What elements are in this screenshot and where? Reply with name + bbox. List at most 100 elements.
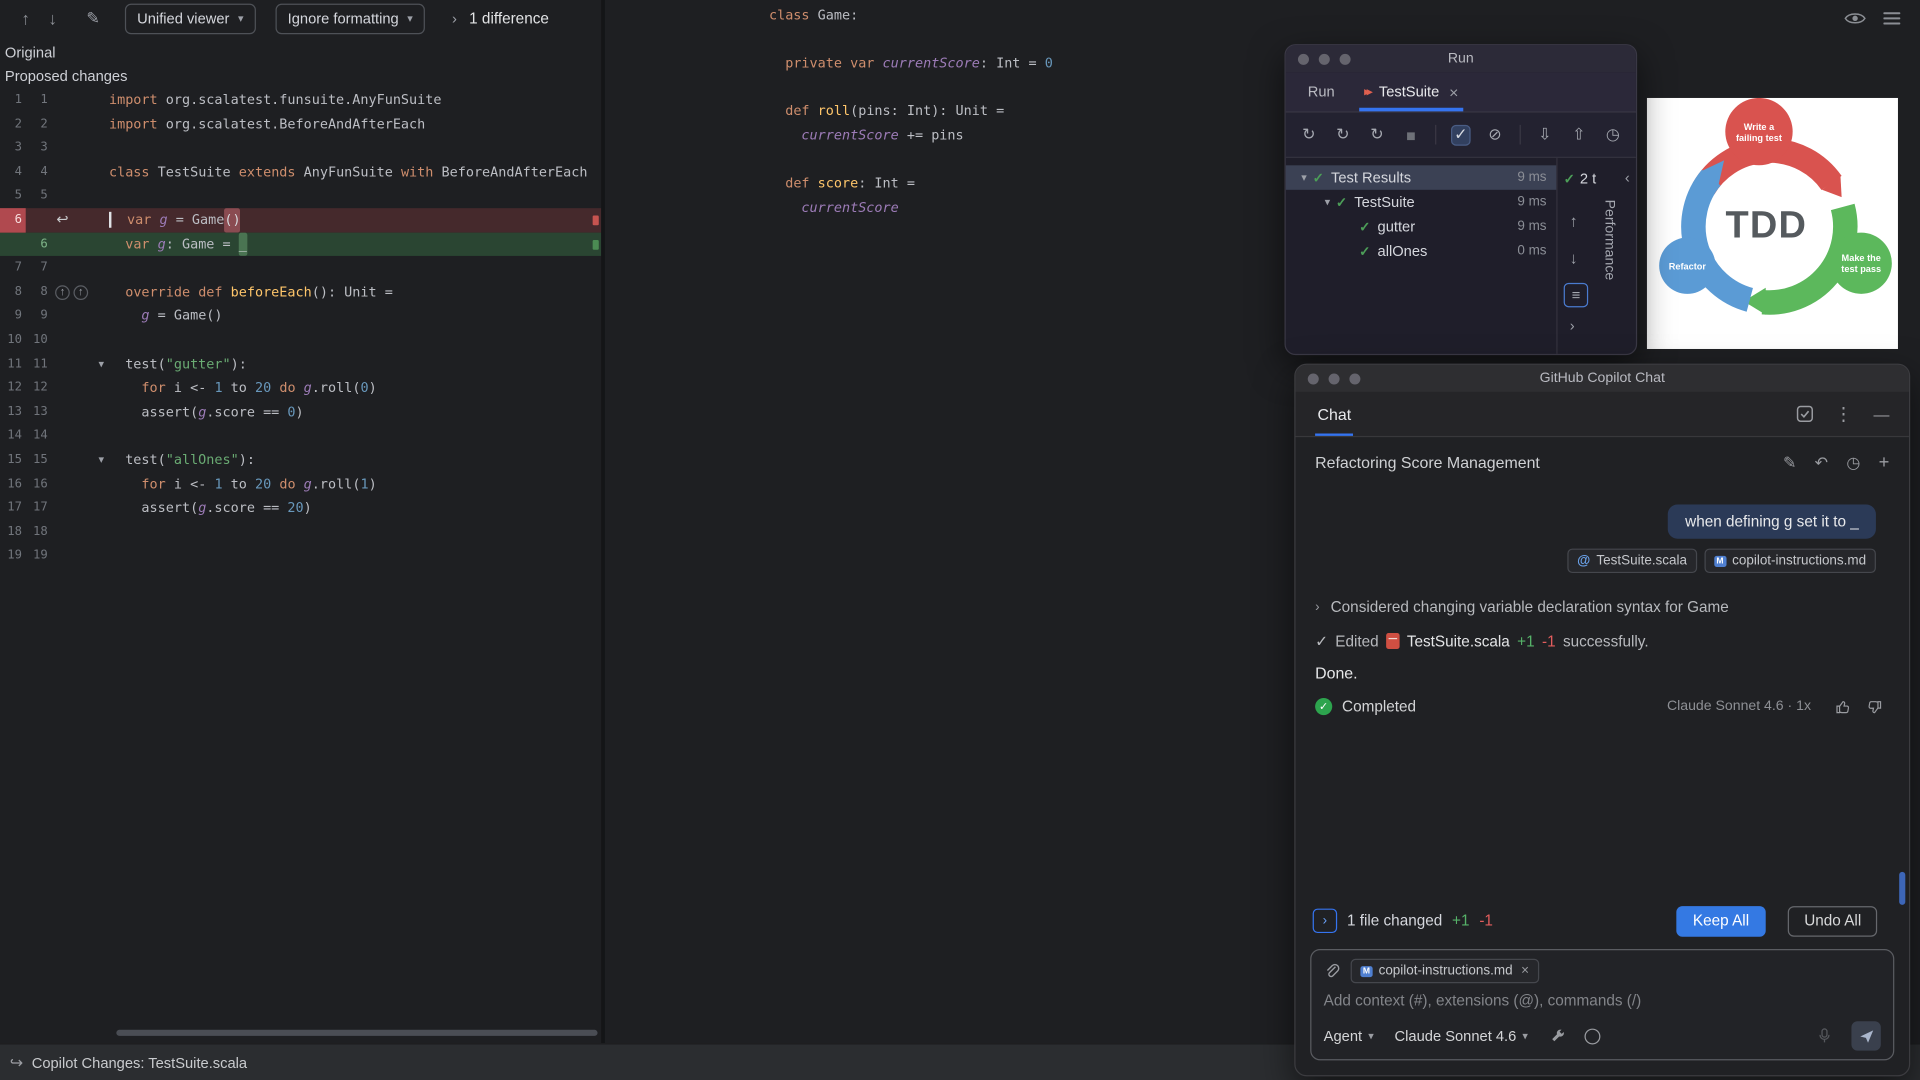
tab-run[interactable]: Run <box>1303 72 1340 111</box>
line-number: 10 <box>33 332 48 347</box>
traffic-light-close[interactable] <box>1307 373 1319 385</box>
line-number: 4 <box>14 165 23 179</box>
performance-tab[interactable]: Performance <box>1602 200 1617 281</box>
input-context-chip[interactable]: M copilot-instructions.md × <box>1350 958 1539 984</box>
show-passed-icon[interactable]: ✓ <box>1451 124 1471 146</box>
keep-all-button[interactable]: Keep All <box>1675 905 1767 937</box>
agent-dropdown[interactable]: Agent <box>1324 1027 1362 1044</box>
thumbs-up-icon[interactable] <box>1836 699 1852 715</box>
collapse-all-icon[interactable]: ⇧ <box>1569 124 1588 145</box>
undo-all-button[interactable]: Undo All <box>1788 905 1878 937</box>
eye-icon[interactable] <box>1844 11 1866 26</box>
line-number: 8 <box>40 285 48 299</box>
line-number: 19 <box>7 548 23 563</box>
test-tree-row[interactable]: ✓ gutter 9 ms <box>1286 214 1557 238</box>
toolbar-separator <box>1435 124 1437 145</box>
rerun-failed-tests-icon[interactable]: ↻ <box>1333 124 1352 145</box>
show-ignored-icon[interactable]: ⊘ <box>1485 124 1504 145</box>
scala-file-icon <box>1386 633 1400 649</box>
context-chip[interactable]: Mcopilot-instructions.md <box>1704 548 1876 574</box>
line-number: 17 <box>33 500 48 515</box>
traffic-light-close[interactable] <box>1297 53 1309 65</box>
model-dropdown[interactable]: Claude Sonnet 4.6 <box>1395 1027 1517 1044</box>
status-text[interactable]: Copilot Changes: TestSuite.scala <box>32 1054 247 1071</box>
formatting-dropdown[interactable]: Ignore formatting ▾ <box>275 3 426 34</box>
change-stripe-removed[interactable] <box>592 215 599 226</box>
expand-all-icon[interactable]: ⇩ <box>1535 124 1554 145</box>
line-number: 5 <box>40 189 48 203</box>
previous-difference-button[interactable]: ↑ <box>12 9 39 29</box>
tab-chat[interactable]: Chat <box>1315 392 1354 436</box>
panel-divider[interactable] <box>601 0 605 1044</box>
fold-region-icon[interactable]: ▾ <box>99 352 105 376</box>
change-stripe-added[interactable] <box>592 240 599 250</box>
mic-icon[interactable] <box>1816 1027 1833 1044</box>
history-icon[interactable]: ◷ <box>1846 452 1860 472</box>
line-number: 18 <box>7 524 23 539</box>
scroll-up-icon[interactable]: ↑ <box>1570 212 1578 230</box>
collapse-panel-icon[interactable]: ‹ <box>1625 169 1630 186</box>
expand-changes-icon[interactable]: › <box>1312 908 1338 934</box>
paperclip-icon[interactable] <box>1324 962 1341 979</box>
list-icon[interactable] <box>1883 11 1901 26</box>
stop-icon[interactable]: ■ <box>1401 124 1420 145</box>
diff-line: 33 <box>0 136 601 160</box>
test-passed-icon: ✓ <box>1335 195 1348 211</box>
original-label: Original <box>4 44 56 62</box>
test-tree-row[interactable]: ▾ ✓ TestSuite 9 ms <box>1286 190 1557 214</box>
remove-chip-icon[interactable]: × <box>1521 964 1529 979</box>
test-tree-row[interactable]: ✓ allOnes 0 ms <box>1286 239 1557 263</box>
override-marker-icon[interactable]: ↑ <box>73 284 89 300</box>
tools-icon[interactable] <box>1549 1027 1566 1044</box>
changes-added: +1 <box>1452 912 1470 930</box>
viewer-mode-dropdown[interactable]: Unified viewer ▾ <box>124 3 256 34</box>
revert-change-icon[interactable]: ↩ <box>56 208 68 232</box>
send-button[interactable] <box>1851 1021 1881 1051</box>
rerun-tests-icon[interactable]: ↻ <box>1299 124 1318 145</box>
input-placeholder[interactable]: Add context (#), extensions (@), command… <box>1324 992 1881 1012</box>
traffic-light-zoom[interactable] <box>1349 373 1361 385</box>
thought-row[interactable]: › Considered changing variable declarati… <box>1296 599 1909 616</box>
undo-icon[interactable]: ↶ <box>1815 452 1828 472</box>
scroll-down-icon[interactable]: ↓ <box>1570 249 1578 267</box>
context-chip[interactable]: @ TestSuite.scala <box>1567 548 1697 574</box>
close-tab-icon[interactable]: × <box>1449 83 1458 101</box>
edited-file-name[interactable]: TestSuite.scala <box>1407 632 1510 649</box>
test-history-icon[interactable]: ◷ <box>1603 124 1622 145</box>
tab-testsuite[interactable]: ▸▸ TestSuite × <box>1359 72 1463 111</box>
line-number: 1 <box>14 93 23 107</box>
code-line: import org.scalatest.BeforeAndAfterEach <box>108 115 426 132</box>
expand-panel-icon[interactable]: › <box>1570 317 1575 334</box>
new-chat-icon[interactable]: + <box>1879 452 1890 473</box>
fold-region-icon[interactable]: ▾ <box>99 448 105 472</box>
horizontal-scrollbar[interactable] <box>116 1029 598 1036</box>
select-code-icon[interactable] <box>1796 405 1813 422</box>
proposed-changes-label: Proposed changes <box>4 67 128 85</box>
view-options-icon[interactable]: ≡ <box>1563 282 1589 308</box>
minimize-icon[interactable]: — <box>1873 405 1889 423</box>
override-marker-icon[interactable]: ↑ <box>55 284 70 300</box>
chat-body: Refactoring Score Management ✎ ↶ ◷ + whe… <box>1296 437 1909 1075</box>
edit-icon[interactable]: ✎ <box>1783 452 1796 472</box>
line-number: 2 <box>40 117 48 131</box>
traffic-light-minimize[interactable] <box>1328 373 1340 385</box>
edited-suffix: successfully. <box>1562 632 1649 650</box>
vertical-scrollbar[interactable] <box>1899 871 1906 905</box>
toggle-auto-test-icon[interactable]: ↻ <box>1367 124 1386 145</box>
line-number: 10 <box>7 332 23 347</box>
line-number <box>26 208 52 232</box>
next-difference-button[interactable]: ↓ <box>39 9 66 29</box>
diff-toolbar: ↑ ↓ ✎ Unified viewer ▾ Ignore formatting… <box>0 0 601 37</box>
chevron-down-icon[interactable]: ▾ <box>1319 195 1336 208</box>
kebab-menu-icon[interactable]: ⋮ <box>1834 403 1852 425</box>
traffic-light-zoom[interactable] <box>1339 53 1351 65</box>
chat-input[interactable]: M copilot-instructions.md × Add context … <box>1310 948 1895 1061</box>
test-tree-row[interactable]: ▾ ✓ Test Results 9 ms <box>1285 165 1557 190</box>
gutter <box>51 136 109 160</box>
edit-source-icon[interactable]: ✎ <box>81 9 105 29</box>
thumbs-down-icon[interactable] <box>1866 699 1882 715</box>
chevron-down-icon[interactable]: ▾ <box>1296 171 1313 184</box>
traffic-light-minimize[interactable] <box>1318 53 1330 65</box>
chevron-right-icon[interactable]: › <box>452 10 457 27</box>
